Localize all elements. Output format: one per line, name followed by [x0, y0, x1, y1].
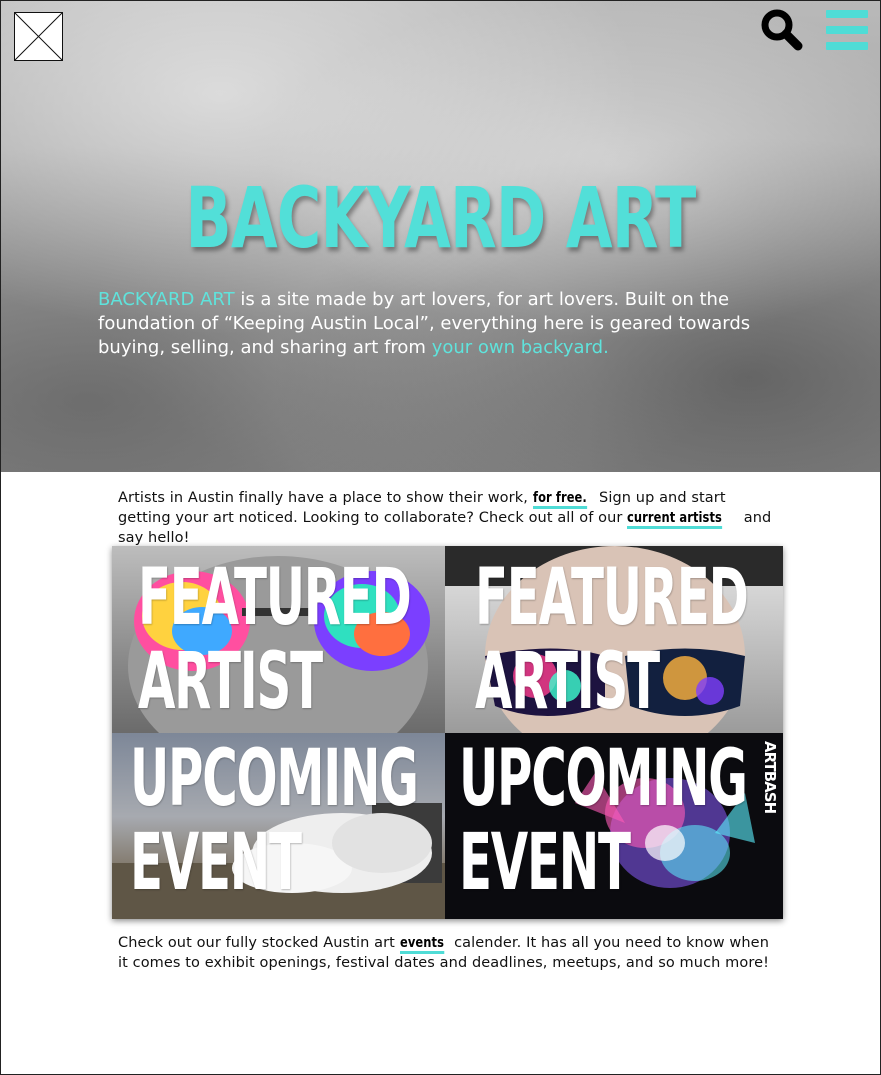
tile-label-line: ARTIST	[138, 637, 323, 727]
page-title: BACKYARD ART	[185, 169, 696, 267]
feature-grid: FEATURED ARTIST FEATURED ARTIST UPCOMING…	[112, 546, 783, 919]
search-icon	[761, 9, 803, 51]
logo-placeholder[interactable]	[14, 12, 63, 61]
current-artists-link[interactable]: current artists	[627, 511, 723, 529]
artbash-badge: ARTBASH	[761, 741, 779, 814]
backyard-link[interactable]: your own backyard.	[432, 337, 609, 358]
hamburger-menu-icon	[826, 42, 868, 50]
tile-label-line: ARTIST	[475, 637, 660, 727]
tile-label-line: EVENT	[130, 818, 302, 908]
tile-label-line: EVENT	[459, 818, 631, 908]
featured-artist-tile[interactable]: FEATURED ARTIST	[112, 546, 445, 733]
hero-description: BACKYARD ART is a site made by art lover…	[98, 288, 788, 360]
hero-banner: BACKYARD ART BACKYARD ART is a site made…	[0, 0, 881, 472]
tile-label-line: FEATURED	[475, 553, 749, 643]
hamburger-menu-icon	[826, 10, 868, 18]
brand-name: BACKYARD ART	[98, 289, 235, 310]
for-free-link[interactable]: for free.	[532, 491, 587, 509]
tile-label: UPCOMING EVENT	[130, 734, 419, 908]
hamburger-menu-icon	[826, 26, 868, 34]
outro-text: Check out our fully stocked Austin art	[118, 935, 400, 951]
upcoming-event-tile[interactable]: UPCOMING EVENT	[112, 733, 445, 919]
tile-label: FEATURED ARTIST	[475, 553, 749, 727]
tile-label-line: FEATURED	[138, 553, 412, 643]
tile-label-line: UPCOMING	[130, 734, 419, 824]
upcoming-event-tile[interactable]: UPCOMING EVENT ARTBASH	[445, 733, 783, 919]
featured-artist-tile[interactable]: FEATURED ARTIST	[445, 546, 783, 733]
events-link[interactable]: events	[399, 936, 444, 954]
tile-label: FEATURED ARTIST	[138, 553, 412, 727]
image-placeholder-icon	[15, 13, 62, 60]
events-paragraph: Check out our fully stocked Austin art e…	[118, 934, 778, 973]
tile-label-line: UPCOMING	[459, 734, 748, 824]
tile-label: UPCOMING EVENT	[459, 734, 748, 908]
search-button[interactable]	[760, 8, 804, 52]
menu-button[interactable]	[826, 10, 870, 50]
intro-paragraph: Artists in Austin finally have a place t…	[118, 489, 778, 548]
intro-text: Artists in Austin finally have a place t…	[118, 490, 533, 506]
